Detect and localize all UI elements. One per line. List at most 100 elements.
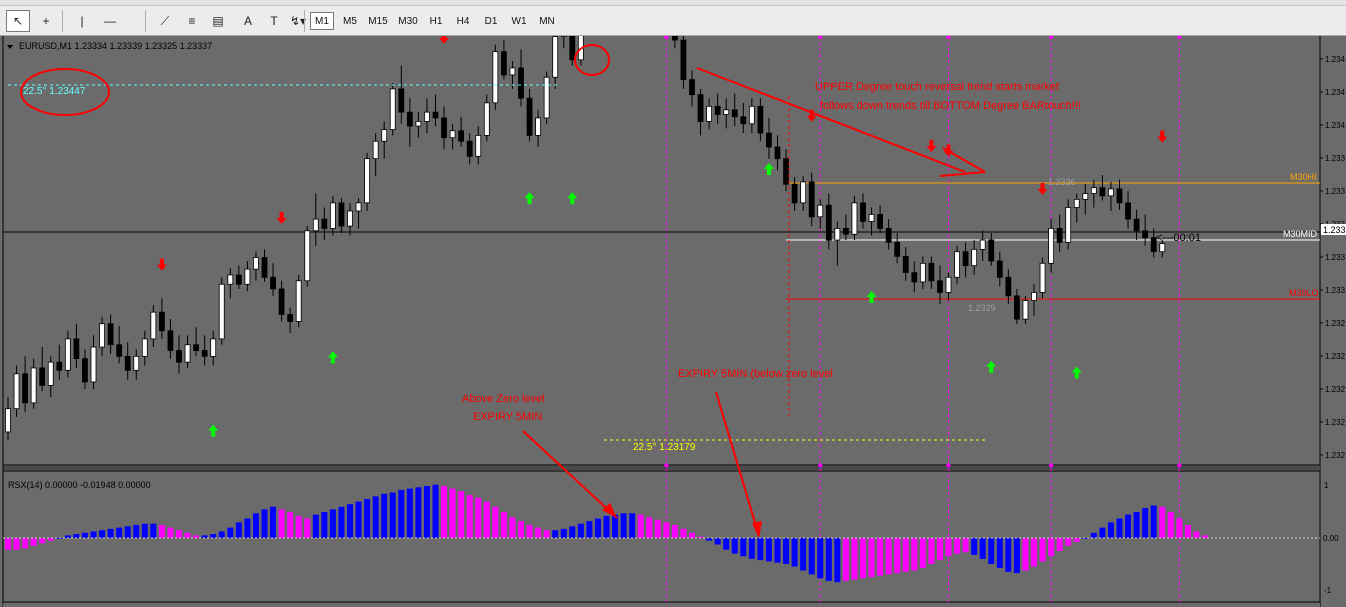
bear-candle [689,79,695,96]
bull-candle [372,140,379,160]
bear-candle [278,288,285,315]
rsx-bar [398,489,405,538]
rsx-bar [851,538,858,580]
rsx-bar [141,523,148,538]
trendline-tool-icon[interactable]: ⟋ [153,10,177,32]
text-label-tool-icon[interactable]: T [262,10,286,32]
bull-candle [1082,193,1089,200]
fibonacci-tool-icon[interactable]: ▤ [206,10,230,32]
bear-candle [526,97,533,136]
channel-tool-icon[interactable]: ≡ [180,10,204,32]
bull-candle [364,158,371,204]
rsx-axis-bottom: -1 [1324,586,1332,595]
bear-candle [398,88,405,113]
rsx-bar [1099,527,1106,538]
timeframe-m1[interactable]: M1 [310,12,334,30]
bear-candle [432,111,439,119]
horizontal-line-tool-icon[interactable]: — [98,10,122,32]
bear-candle [885,228,892,243]
magenta-marker-tick [1049,36,1054,39]
rsx-bar [1159,506,1166,538]
panel-splitter[interactable] [3,466,1320,470]
rsx-bar [252,513,259,538]
rsx-bar [1031,538,1037,567]
timeframe-m5[interactable]: M5 [338,12,362,30]
timeframe-mn[interactable]: MN [534,12,560,30]
timeframe-d1[interactable]: D1 [478,12,504,30]
timeframe-m30[interactable]: M30 [394,12,422,30]
rsx-bar [81,532,88,538]
bull-candle [1108,188,1114,197]
magenta-marker-tick [946,464,951,467]
rsx-bar [167,527,174,538]
rsx-bar [321,512,328,538]
bull-candle [1031,291,1037,301]
rsx-bar [347,504,353,538]
rsx-bar [381,493,388,538]
rsx-bar [560,528,567,538]
rsx-bar [714,538,721,545]
rsx-bar [1013,538,1020,574]
bull-candle [295,280,302,322]
bear-candle [697,94,704,122]
bull-candle [253,257,259,270]
timeframe-w1[interactable]: W1 [506,12,532,30]
rsx-bar [116,527,123,538]
rsx-bar [22,538,29,549]
magenta-marker-tick [1049,464,1054,467]
timeframe-h1[interactable]: H1 [424,12,448,30]
rsx-bar [39,538,46,544]
rsx-bar [30,538,37,546]
bear-candle [680,39,687,80]
magenta-marker-tick [818,464,823,467]
rsx-bar [885,538,892,575]
bear-candle [406,111,413,127]
cursor-tool-icon[interactable]: ↖ [6,10,30,32]
rsx-bar [569,526,576,538]
vertical-line-tool-icon[interactable]: | [70,10,94,32]
bull-candle [133,355,140,371]
chart-window[interactable]: 1.234 1.234 1.234 1.233 1.233 1.233 1.233 1.233… [0,36,1346,607]
rsx-bar [466,495,473,538]
rsx-bar [637,514,644,538]
bear-candle [201,350,208,357]
text-tool-icon[interactable]: A [236,10,260,32]
rsx-bar [329,509,336,538]
magenta-marker-tick [1177,36,1182,39]
m30-high-label: M30HI [1290,172,1317,182]
countdown-timer: <---00:01 [1156,232,1201,244]
yellow-angle-label: 22.5° 1.23179 [633,442,696,453]
arrows-tool-icon[interactable]: ↯▾ [286,10,310,32]
bull-candle [868,214,875,222]
rsx-bar [1048,538,1055,557]
crosshair-tool-icon[interactable]: + [34,10,58,32]
timeframe-h4[interactable]: H4 [450,12,476,30]
price-axis-label: 1.232 [1325,319,1346,328]
rsx-bar [500,512,507,538]
bull-candle [1022,300,1029,320]
indicator-header: RSX(14) 0.00000 -0.01948 0.00000 [8,480,151,490]
timeframe-m15[interactable]: M15 [364,12,392,30]
toolbar: ↖ + | — ⟋ ≡ ▤ A T ↯▾ M1 M5 M15 M30 H1 H4 D1 W1 MN [0,0,1346,36]
bull-candle [381,129,388,142]
bear-candle [911,272,918,283]
bear-candle [167,330,174,351]
bull-candle [945,276,952,293]
bear-candle [569,36,576,61]
bear-candle [928,262,935,282]
rsx-bar [800,538,807,571]
bear-candle [757,105,764,134]
rsx-bar [364,499,371,538]
price-axis-label: 1.233 [1325,253,1346,262]
bull-candle [979,239,986,250]
bear-candle [1014,295,1020,320]
rsx-bar [13,538,20,550]
rsx-bar [620,513,627,538]
rsx-bar [176,530,182,538]
rsx-bar [919,538,926,568]
bull-candle [329,202,336,229]
bear-candle [107,323,114,346]
toolbar-separator [304,10,305,32]
rsx-bar [842,538,849,581]
rsx-bar [535,527,542,538]
